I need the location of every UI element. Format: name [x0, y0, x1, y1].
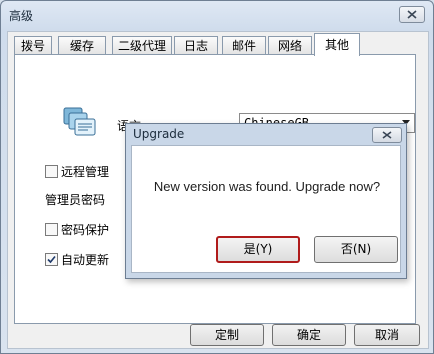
admin-password-label: 管理员密码 [45, 193, 106, 207]
upgrade-dialog-title: Upgrade [133, 127, 185, 141]
tab-network[interactable]: 网络 [268, 36, 312, 54]
auto-update-label: 自动更新 [61, 253, 110, 267]
tab-other[interactable]: 其他 [314, 33, 360, 56]
window-title: 高级 [9, 9, 34, 23]
remote-mgmt-label: 远程管理 [61, 165, 110, 179]
password-protect-row[interactable]: 密码保护 [45, 221, 109, 238]
window-close-button[interactable] [399, 6, 425, 23]
password-protect-label: 密码保护 [61, 223, 110, 237]
auto-update-row[interactable]: 自动更新 [45, 251, 109, 268]
upgrade-message: New version was found. Upgrade now? [153, 179, 381, 194]
no-button[interactable]: 否(N) [314, 236, 398, 263]
remote-mgmt-checkbox[interactable] [45, 165, 58, 178]
title-bar[interactable]: 高级 [1, 1, 433, 29]
advanced-window: 高级 拨号 缓存 二级代理 日志 邮件 网络 其他 语言 [0, 0, 434, 354]
tab-dialup[interactable]: 拨号 [14, 36, 52, 54]
upgrade-dialog: Upgrade New version was found. Upgrade n… [125, 123, 407, 279]
remote-mgmt-row[interactable]: 远程管理 [45, 163, 109, 180]
tab-mail[interactable]: 邮件 [222, 36, 266, 54]
ok-button[interactable]: 确定 [272, 324, 346, 346]
tab-cache[interactable]: 缓存 [58, 36, 106, 54]
upgrade-dialog-body: New version was found. Upgrade now? 是(Y)… [131, 145, 401, 273]
language-icon [63, 107, 96, 136]
cancel-button[interactable]: 取消 [354, 324, 420, 346]
yes-button[interactable]: 是(Y) [216, 236, 300, 263]
tab-secondary-proxy[interactable]: 二级代理 [112, 36, 172, 54]
password-protect-checkbox[interactable] [45, 223, 58, 236]
custom-button[interactable]: 定制 [190, 324, 264, 346]
auto-update-checkbox[interactable] [45, 253, 58, 266]
checkmark-icon [47, 255, 56, 264]
tab-log[interactable]: 日志 [174, 36, 218, 54]
close-icon [382, 131, 392, 139]
upgrade-dialog-close-button[interactable] [372, 127, 402, 143]
close-icon [407, 10, 417, 19]
